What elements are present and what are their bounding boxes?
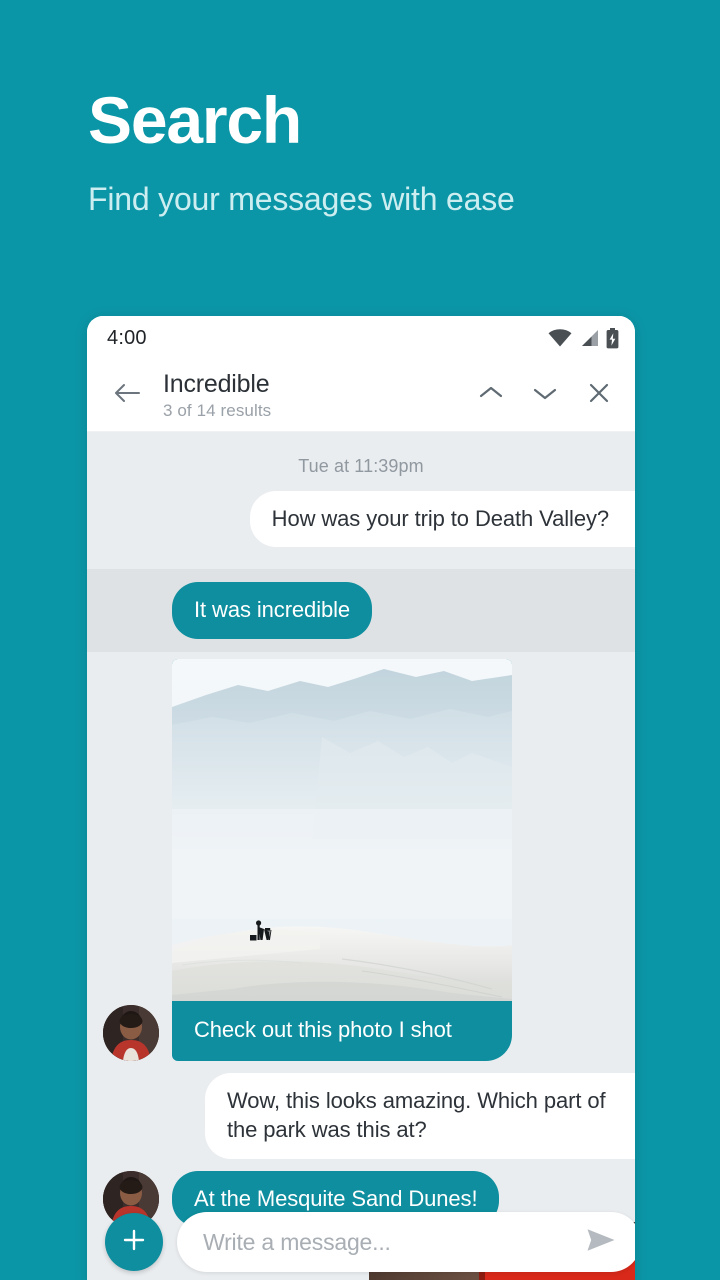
search-title-block: Incredible 3 of 14 results	[163, 370, 469, 421]
arrow-left-icon	[113, 381, 141, 410]
plus-icon	[121, 1227, 147, 1258]
chevron-up-icon	[479, 385, 503, 406]
table-row[interactable]: How was your trip to Death Valley?	[87, 491, 635, 548]
status-clock: 4:00	[107, 326, 147, 349]
photo-message-card[interactable]: Check out this photo I shot	[172, 658, 512, 1061]
table-row[interactable]: Check out this photo I shot	[87, 658, 635, 1061]
search-actions	[469, 374, 621, 418]
status-bar: 4:00	[87, 316, 635, 360]
message-bubble-incoming[interactable]: Wow, this looks amazing. Which part of t…	[205, 1072, 635, 1159]
search-header-bar: Incredible 3 of 14 results	[87, 360, 635, 432]
wifi-icon	[548, 329, 572, 347]
photo-caption-text: Check out this photo I shot	[194, 1016, 452, 1042]
message-bubble-outgoing[interactable]: It was incredible	[172, 582, 373, 639]
message-composer: Write a message...	[87, 1208, 635, 1280]
page-subtitle: Find your messages with ease	[88, 181, 515, 218]
battery-charging-icon	[606, 327, 619, 349]
desert-dunes-photo[interactable]	[172, 658, 512, 1001]
close-search-button[interactable]	[577, 374, 621, 418]
add-attachment-button[interactable]	[105, 1213, 163, 1271]
phone-mockup: 4:00 Incredible 3 of 14 results Tue at 1…	[87, 316, 635, 1280]
send-button[interactable]	[579, 1220, 623, 1264]
search-result-count: 3 of 14 results	[163, 401, 272, 420]
chevron-down-icon	[533, 385, 557, 406]
status-icon-group	[548, 327, 619, 349]
day-timestamp: Tue at 11:39pm	[298, 456, 424, 476]
message-input-pill[interactable]: Write a message...	[177, 1212, 635, 1272]
message-input[interactable]: Write a message...	[203, 1229, 579, 1256]
send-icon	[586, 1227, 616, 1258]
table-row-highlighted[interactable]: It was incredible	[87, 569, 635, 652]
page-title: Search	[88, 83, 302, 157]
avatar[interactable]	[103, 1004, 159, 1061]
cell-signal-icon	[579, 329, 599, 347]
back-button[interactable]	[103, 372, 151, 420]
promo-header: Search Find your messages with ease	[88, 83, 688, 218]
search-query-text: Incredible	[163, 370, 270, 398]
next-result-button[interactable]	[523, 374, 567, 418]
table-row[interactable]: Wow, this looks amazing. Which part of t…	[87, 1072, 635, 1159]
chat-message-list[interactable]: Tue at 11:39pm How was your trip to Deat…	[87, 432, 635, 1280]
previous-result-button[interactable]	[469, 374, 513, 418]
close-icon	[588, 382, 610, 409]
message-bubble-incoming[interactable]: How was your trip to Death Valley?	[249, 491, 635, 548]
